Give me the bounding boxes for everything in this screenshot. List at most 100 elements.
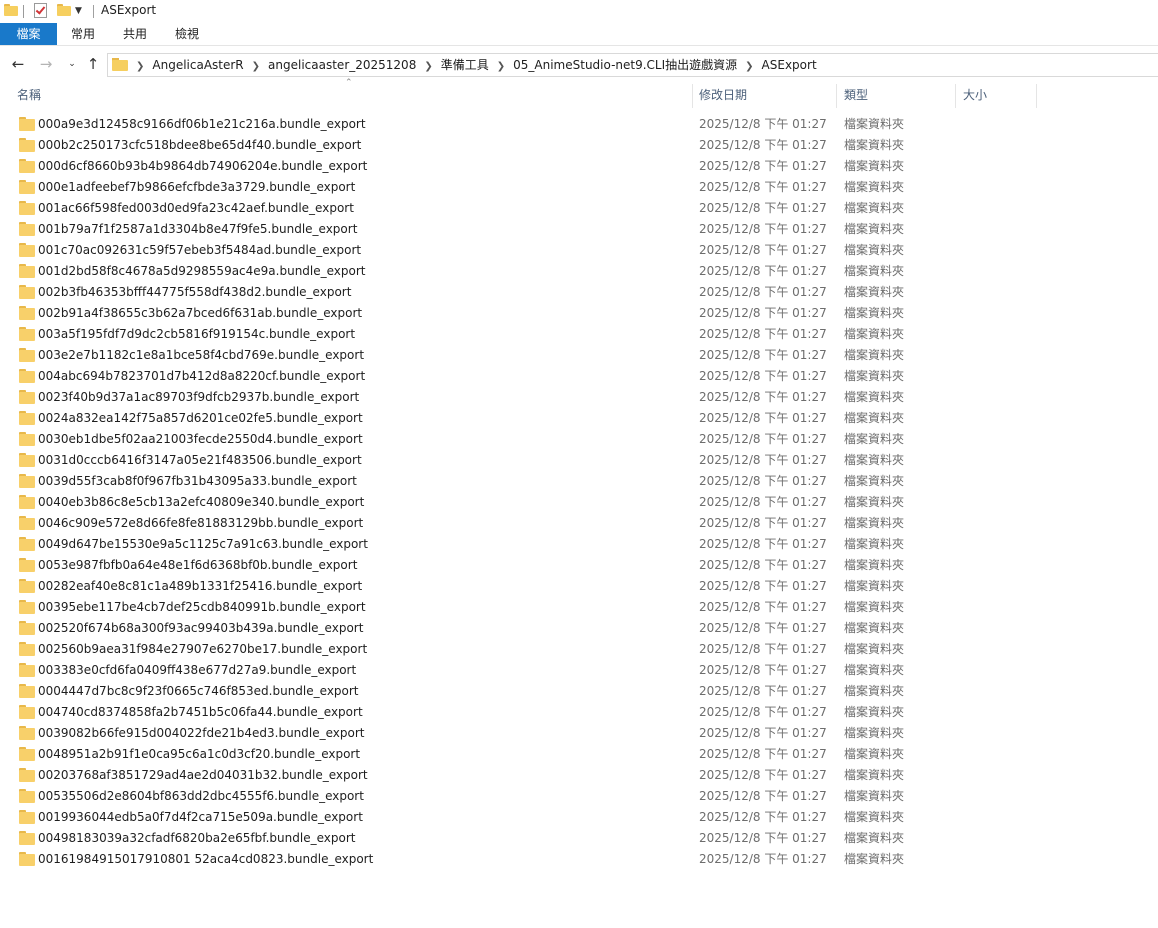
arrow-right-icon[interactable]: → xyxy=(37,54,55,74)
folder-icon xyxy=(19,663,35,677)
column-header-size[interactable]: 大小 xyxy=(963,80,1033,110)
file-name: 0040eb3b86c8e5cb13a2efc40809e340.bundle_… xyxy=(38,495,365,509)
file-modified-date: 2025/12/8 下午 01:27 xyxy=(699,600,827,614)
column-divider[interactable] xyxy=(692,84,693,108)
list-item[interactable]: 001c70ac092631c59f57ebeb3f5484ad.bundle_… xyxy=(0,240,1000,261)
file-modified-date: 2025/12/8 下午 01:27 xyxy=(699,621,827,635)
list-item[interactable]: 000e1adfeebef7b9866efcfbde3a3729.bundle_… xyxy=(0,177,1000,198)
list-item[interactable]: 0031d0cccb6416f3147a05e21f483506.bundle_… xyxy=(0,450,1000,471)
file-modified-date: 2025/12/8 下午 01:27 xyxy=(699,768,827,782)
file-type: 檔案資料夾 xyxy=(844,474,905,488)
file-name: 000b2c250173cfc518bdee8be65d4f40.bundle_… xyxy=(38,138,362,152)
list-item[interactable]: 002520f674b68a300f93ac99403b439a.bundle_… xyxy=(0,618,1000,639)
list-item[interactable]: 00203768af3851729ad4ae2d04031b32.bundle_… xyxy=(0,765,1000,786)
list-item[interactable]: 004740cd8374858fa2b7451b5c06fa44.bundle_… xyxy=(0,702,1000,723)
list-item[interactable]: 002560b9aea31f984e27907e6270be17.bundle_… xyxy=(0,639,1000,660)
file-name: 0030eb1dbe5f02aa21003fecde2550d4.bundle_… xyxy=(38,432,363,446)
breadcrumb-item[interactable]: angelicaaster_20251208 xyxy=(268,58,416,72)
list-item[interactable]: 002b91a4f38655c3b62a7bced6f631ab.bundle_… xyxy=(0,303,1000,324)
list-item[interactable]: 003e2e7b1182c1e8a1bce58f4cbd769e.bundle_… xyxy=(0,345,1000,366)
list-item[interactable]: 00395ebe117be4cb7def25cdb840991b.bundle_… xyxy=(0,597,1000,618)
tab-home[interactable]: 常用 xyxy=(57,23,109,45)
file-modified-date: 2025/12/8 下午 01:27 xyxy=(699,348,827,362)
column-divider[interactable] xyxy=(955,84,956,108)
file-name: 0023f40b9d37a1ac89703f9dfcb2937b.bundle_… xyxy=(38,390,360,404)
breadcrumb-item[interactable]: AngelicaAsterR xyxy=(152,58,243,72)
list-item[interactable]: 0046c909e572e8d66fe8fe81883129bb.bundle_… xyxy=(0,513,1000,534)
list-item[interactable]: 0024a832ea142f75a857d6201ce02fe5.bundle_… xyxy=(0,408,1000,429)
list-item[interactable]: 00535506d2e8604bf863dd2dbc4555f6.bundle_… xyxy=(0,786,1000,807)
breadcrumb-item[interactable]: 準備工具 xyxy=(441,58,489,72)
folder-icon xyxy=(19,222,35,236)
address-bar[interactable]: ❯ AngelicaAsterR ❯ angelicaaster_20251208 ❯ 準… xyxy=(107,53,1158,77)
list-item[interactable]: 0048951a2b91f1e0ca95c6a1c0d3cf20.bundle_… xyxy=(0,744,1000,765)
properties-icon[interactable] xyxy=(34,3,47,18)
separator xyxy=(93,5,94,18)
folder-icon xyxy=(19,600,35,614)
list-item[interactable]: 003a5f195fdf7d9dc2cb5816f919154c.bundle_… xyxy=(0,324,1000,345)
file-name: 003383e0cfd6fa0409ff438e677d27a9.bundle_… xyxy=(38,663,357,677)
chevron-down-icon[interactable]: ⌄ xyxy=(63,54,81,74)
list-item[interactable]: 0039082b66fe915d004022fde21b4ed3.bundle_… xyxy=(0,723,1000,744)
list-item[interactable]: 00282eaf40e8c81c1a489b1331f25416.bundle_… xyxy=(0,576,1000,597)
column-divider[interactable] xyxy=(1036,84,1037,108)
file-type: 檔案資料夾 xyxy=(844,705,905,719)
list-item[interactable]: 00161984915017910801 52aca4cd0823.bundle… xyxy=(0,849,1000,870)
list-item[interactable]: 002b3fb46353bfff44775f558df438d2.bundle_… xyxy=(0,282,1000,303)
file-name: 00498183039a32cfadf6820ba2e65fbf.bundle_… xyxy=(38,831,356,845)
ribbon-tabs: 檔案 常用 共用 檢視 xyxy=(0,23,1158,46)
file-name: 002560b9aea31f984e27907e6270be17.bundle_… xyxy=(38,642,368,656)
file-type: 檔案資料夾 xyxy=(844,243,905,257)
list-item[interactable]: 0049d647be15530e9a5c1125c7a91c63.bundle_… xyxy=(0,534,1000,555)
list-item[interactable]: 001ac66f598fed003d0ed9fa23c42aef.bundle_… xyxy=(0,198,1000,219)
file-name: 0039d55f3cab8f0f967fb31b43095a33.bundle_… xyxy=(38,474,357,488)
file-name: 002520f674b68a300f93ac99403b439a.bundle_… xyxy=(38,621,364,635)
list-item[interactable]: 0030eb1dbe5f02aa21003fecde2550d4.bundle_… xyxy=(0,429,1000,450)
list-item[interactable]: 000d6cf8660b93b4b9864db74906204e.bundle_… xyxy=(0,156,1000,177)
file-modified-date: 2025/12/8 下午 01:27 xyxy=(699,663,827,677)
list-item[interactable]: 001d2bd58f8c4678a5d9298559ac4e9a.bundle_… xyxy=(0,261,1000,282)
column-header-date[interactable]: 修改日期 xyxy=(699,80,829,110)
arrow-up-icon[interactable]: ↑ xyxy=(84,54,102,74)
column-header-type[interactable]: 類型 xyxy=(844,80,944,110)
column-divider[interactable] xyxy=(836,84,837,108)
list-item[interactable]: 001b79a7f1f2587a1d3304b8e47f9fe5.bundle_… xyxy=(0,219,1000,240)
list-item[interactable]: 000a9e3d12458c9166df06b1e21c216a.bundle_… xyxy=(0,114,1000,135)
chevron-right-icon[interactable]: ❯ xyxy=(424,56,432,78)
list-item[interactable]: 003383e0cfd6fa0409ff438e677d27a9.bundle_… xyxy=(0,660,1000,681)
folder-icon xyxy=(19,285,35,299)
new-folder-icon[interactable] xyxy=(57,4,71,16)
list-item[interactable]: 000b2c250173cfc518bdee8be65d4f40.bundle_… xyxy=(0,135,1000,156)
list-item[interactable]: 0040eb3b86c8e5cb13a2efc40809e340.bundle_… xyxy=(0,492,1000,513)
file-modified-date: 2025/12/8 下午 01:27 xyxy=(699,495,827,509)
list-item[interactable]: 0039d55f3cab8f0f967fb31b43095a33.bundle_… xyxy=(0,471,1000,492)
file-type: 檔案資料夾 xyxy=(844,831,905,845)
file-modified-date: 2025/12/8 下午 01:27 xyxy=(699,558,827,572)
list-item[interactable]: 0053e987fbfb0a64e48e1f6d6368bf0b.bundle_… xyxy=(0,555,1000,576)
file-type: 檔案資料夾 xyxy=(844,117,905,131)
list-item[interactable]: 0019936044edb5a0f7d4f2ca715e509a.bundle_… xyxy=(0,807,1000,828)
chevron-right-icon[interactable]: ❯ xyxy=(136,56,144,78)
file-name: 002b3fb46353bfff44775f558df438d2.bundle_… xyxy=(38,285,352,299)
chevron-right-icon[interactable]: ❯ xyxy=(252,56,260,78)
file-modified-date: 2025/12/8 下午 01:27 xyxy=(699,852,827,866)
arrow-left-icon[interactable]: ← xyxy=(9,54,27,74)
list-item[interactable]: 00498183039a32cfadf6820ba2e65fbf.bundle_… xyxy=(0,828,1000,849)
list-item[interactable]: 0023f40b9d37a1ac89703f9dfcb2937b.bundle_… xyxy=(0,387,1000,408)
folder-icon xyxy=(19,516,35,530)
tab-view[interactable]: 檢視 xyxy=(161,23,213,45)
file-name: 002b91a4f38655c3b62a7bced6f631ab.bundle_… xyxy=(38,306,363,320)
chevron-right-icon[interactable]: ❯ xyxy=(745,56,753,78)
list-item[interactable]: 0004447d7bc8c9f23f0665c746f853ed.bundle_… xyxy=(0,681,1000,702)
file-type: 檔案資料夾 xyxy=(844,201,905,215)
list-item[interactable]: 004abc694b7823701d7b412d8a8220cf.bundle_… xyxy=(0,366,1000,387)
breadcrumb-item[interactable]: 05_AnimeStudio-net9.CLI抽出遊戲資源 xyxy=(513,58,737,72)
chevron-right-icon[interactable]: ❯ xyxy=(497,56,505,78)
tab-share[interactable]: 共用 xyxy=(109,23,161,45)
breadcrumb-item[interactable]: ASExport xyxy=(762,58,817,72)
tab-file[interactable]: 檔案 xyxy=(0,23,57,45)
folder-icon xyxy=(19,201,35,215)
folder-icon xyxy=(19,306,35,320)
column-header-name[interactable]: 名稱 xyxy=(17,80,687,110)
customize-quick-access-icon[interactable]: ▼ xyxy=(75,6,82,16)
